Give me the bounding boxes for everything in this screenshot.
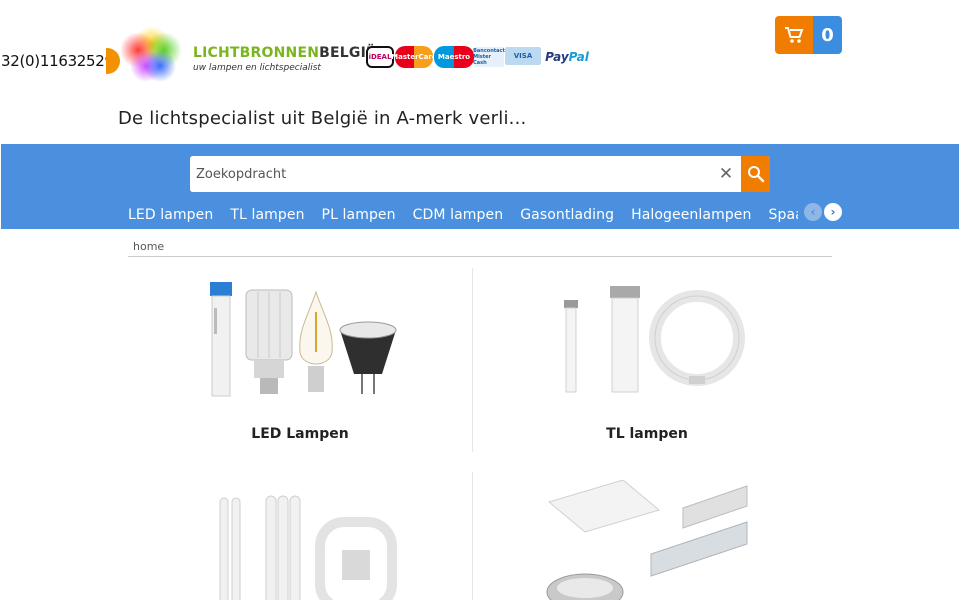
category-cdm-lampen[interactable]: CDM lampen <box>413 207 504 223</box>
cart-button[interactable]: 0 <box>775 16 842 54</box>
breadcrumb[interactable]: home <box>133 240 164 253</box>
maestro-logo: Maestro <box>434 46 474 68</box>
logo-name-part-1: LICHTBRONNEN <box>193 45 320 61</box>
cart-count: 0 <box>813 16 842 54</box>
search-input[interactable] <box>190 156 730 192</box>
product-card-label: LED Lampen <box>251 426 349 442</box>
search-bar: ✕ <box>190 156 770 192</box>
paypal-logo-part-2: Pal <box>568 50 589 64</box>
grid-divider <box>472 472 473 600</box>
paypal-logo: Pay Pal <box>542 46 592 68</box>
logo-color-blob[interactable] <box>118 24 186 86</box>
tl-lamps-image <box>564 286 745 393</box>
category-led-lampen[interactable]: LED lampen <box>128 207 213 223</box>
category-gasontlading[interactable]: Gasontlading <box>520 207 614 223</box>
category-tl-lampen[interactable]: TL lampen <box>230 207 304 223</box>
category-pl-lampen[interactable]: PL lampen <box>322 207 396 223</box>
pl-lamps-image <box>219 495 397 600</box>
scroll-left-icon[interactable]: ‹ <box>804 203 822 221</box>
fixtures-image <box>546 480 748 600</box>
ideal-logo: iDEAL <box>366 46 394 68</box>
category-spaarlampen[interactable]: Spaarlampen <box>769 207 799 223</box>
clear-icon[interactable]: ✕ <box>716 164 736 184</box>
grid-divider <box>472 268 473 452</box>
led-lamps-image <box>210 282 397 397</box>
bancontact-logo: Bancontact Mister Cash <box>473 47 505 67</box>
logo-tagline: uw lampen en lichtspecialist <box>193 63 321 73</box>
category-menu: LED lampen TL lampen PL lampen CDM lampen Ga… <box>128 204 798 226</box>
cart-icon <box>775 16 813 54</box>
paypal-logo-part-1: Pay <box>545 50 569 64</box>
search-icon <box>747 166 764 183</box>
search-button[interactable] <box>741 156 770 192</box>
breadcrumb-divider <box>128 256 832 257</box>
site-tagline: De lichtspecialist uit België in A-merk … <box>118 108 527 129</box>
visa-logo: VISA <box>505 47 541 65</box>
product-card-label: TL lampen <box>606 426 688 442</box>
mastercard-logo: MasterCard <box>391 46 437 68</box>
logo-name[interactable]: LICHTBRONNENBELGIË <box>193 45 376 61</box>
category-halogeenlampen[interactable]: Halogeenlampen <box>631 207 751 223</box>
scroll-right-icon[interactable]: › <box>824 203 842 221</box>
navigation-band: ✕ LED lampen TL lampen PL lampen CDM lampen… <box>1 144 959 229</box>
phone-number: 32(0)11632529 <box>1 52 114 70</box>
